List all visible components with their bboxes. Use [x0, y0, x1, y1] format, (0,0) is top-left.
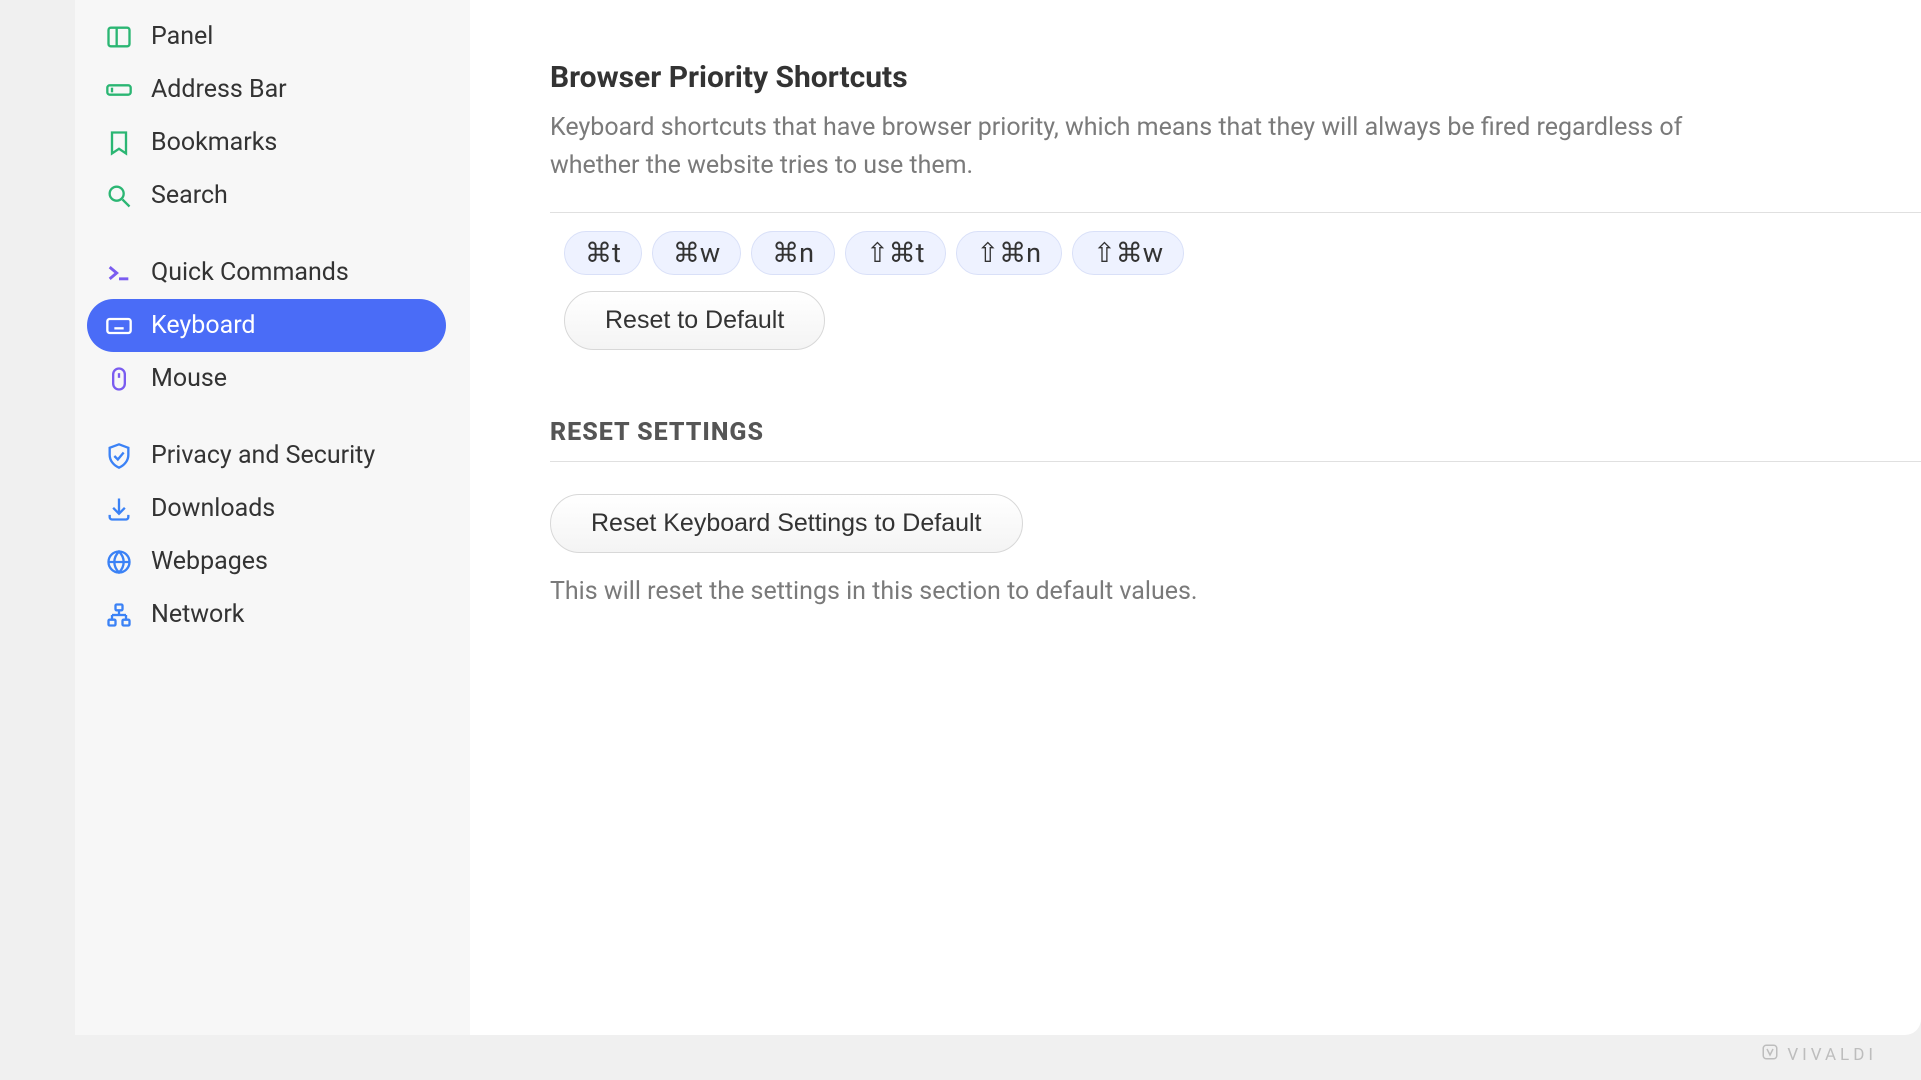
shortcut-pill[interactable]: ⇧⌘t [845, 231, 945, 275]
sidebar-item-label: Keyboard [151, 311, 256, 340]
sidebar-item-downloads[interactable]: Downloads [87, 482, 446, 535]
settings-window: Panel Address Bar Bookmarks Search [75, 0, 1921, 1035]
reset-settings-section: RESET SETTINGS Reset Keyboard Settings t… [470, 418, 1921, 611]
sidebar-item-label: Quick Commands [151, 258, 349, 287]
mouse-icon [105, 365, 133, 393]
sidebar-group-privacy: Privacy and Security Downloads Webpages … [87, 429, 446, 641]
reset-priority-button[interactable]: Reset to Default [564, 291, 825, 350]
panel-icon [105, 23, 133, 51]
sidebar-group-appearance: Panel Address Bar Bookmarks Search [87, 10, 446, 222]
sidebar-item-privacy[interactable]: Privacy and Security [87, 429, 446, 482]
shield-icon [105, 442, 133, 470]
shortcut-pill[interactable]: ⌘n [751, 231, 835, 275]
settings-main: Browser Priority Shortcuts Keyboard shor… [470, 0, 1921, 1035]
sidebar-item-label: Bookmarks [151, 128, 277, 157]
sidebar-item-label: Mouse [151, 364, 227, 393]
sidebar-group-input: Quick Commands Keyboard Mouse [87, 246, 446, 405]
settings-sidebar: Panel Address Bar Bookmarks Search [75, 0, 470, 1035]
priority-shortcuts-desc: Keyboard shortcuts that have browser pri… [550, 109, 1750, 184]
reset-settings-subtitle: RESET SETTINGS [550, 418, 1921, 447]
shortcut-pill-row: ⌘t ⌘w ⌘n ⇧⌘t ⇧⌘n ⇧⌘w [564, 231, 1921, 275]
keyboard-icon [105, 312, 133, 340]
download-icon [105, 495, 133, 523]
quick-commands-icon [105, 259, 133, 287]
brand-footer: VIVALDI [1761, 1043, 1877, 1066]
sidebar-item-webpages[interactable]: Webpages [87, 535, 446, 588]
sidebar-item-label: Downloads [151, 494, 275, 523]
vivaldi-logo-icon [1761, 1043, 1779, 1066]
shortcut-pill[interactable]: ⌘w [652, 231, 741, 275]
bookmark-icon [105, 129, 133, 157]
sidebar-item-label: Webpages [151, 547, 268, 576]
sidebar-item-label: Privacy and Security [151, 441, 375, 470]
network-icon [105, 601, 133, 629]
priority-shortcuts-content: ⌘t ⌘w ⌘n ⇧⌘t ⇧⌘n ⇧⌘w Reset to Default [550, 212, 1921, 368]
priority-shortcuts-section: Browser Priority Shortcuts Keyboard shor… [470, 60, 1921, 368]
shortcut-pill[interactable]: ⌘t [564, 231, 642, 275]
address-bar-icon [105, 76, 133, 104]
sidebar-item-label: Search [151, 181, 228, 210]
section-divider [550, 461, 1921, 462]
brand-text: VIVALDI [1787, 1045, 1877, 1065]
sidebar-item-address-bar[interactable]: Address Bar [87, 63, 446, 116]
search-icon [105, 182, 133, 210]
reset-settings-desc: This will reset the settings in this sec… [550, 573, 1750, 611]
sidebar-item-label: Panel [151, 22, 213, 51]
reset-keyboard-settings-button[interactable]: Reset Keyboard Settings to Default [550, 494, 1023, 553]
sidebar-item-search[interactable]: Search [87, 169, 446, 222]
sidebar-item-label: Address Bar [151, 75, 287, 104]
sidebar-item-keyboard[interactable]: Keyboard [87, 299, 446, 352]
sidebar-item-bookmarks[interactable]: Bookmarks [87, 116, 446, 169]
globe-icon [105, 548, 133, 576]
shortcut-pill[interactable]: ⇧⌘n [956, 231, 1063, 275]
sidebar-item-panel[interactable]: Panel [87, 10, 446, 63]
sidebar-item-network[interactable]: Network [87, 588, 446, 641]
shortcut-pill[interactable]: ⇧⌘w [1072, 231, 1184, 275]
priority-shortcuts-title: Browser Priority Shortcuts [550, 60, 1921, 95]
sidebar-item-quick-commands[interactable]: Quick Commands [87, 246, 446, 299]
sidebar-item-label: Network [151, 600, 244, 629]
sidebar-item-mouse[interactable]: Mouse [87, 352, 446, 405]
